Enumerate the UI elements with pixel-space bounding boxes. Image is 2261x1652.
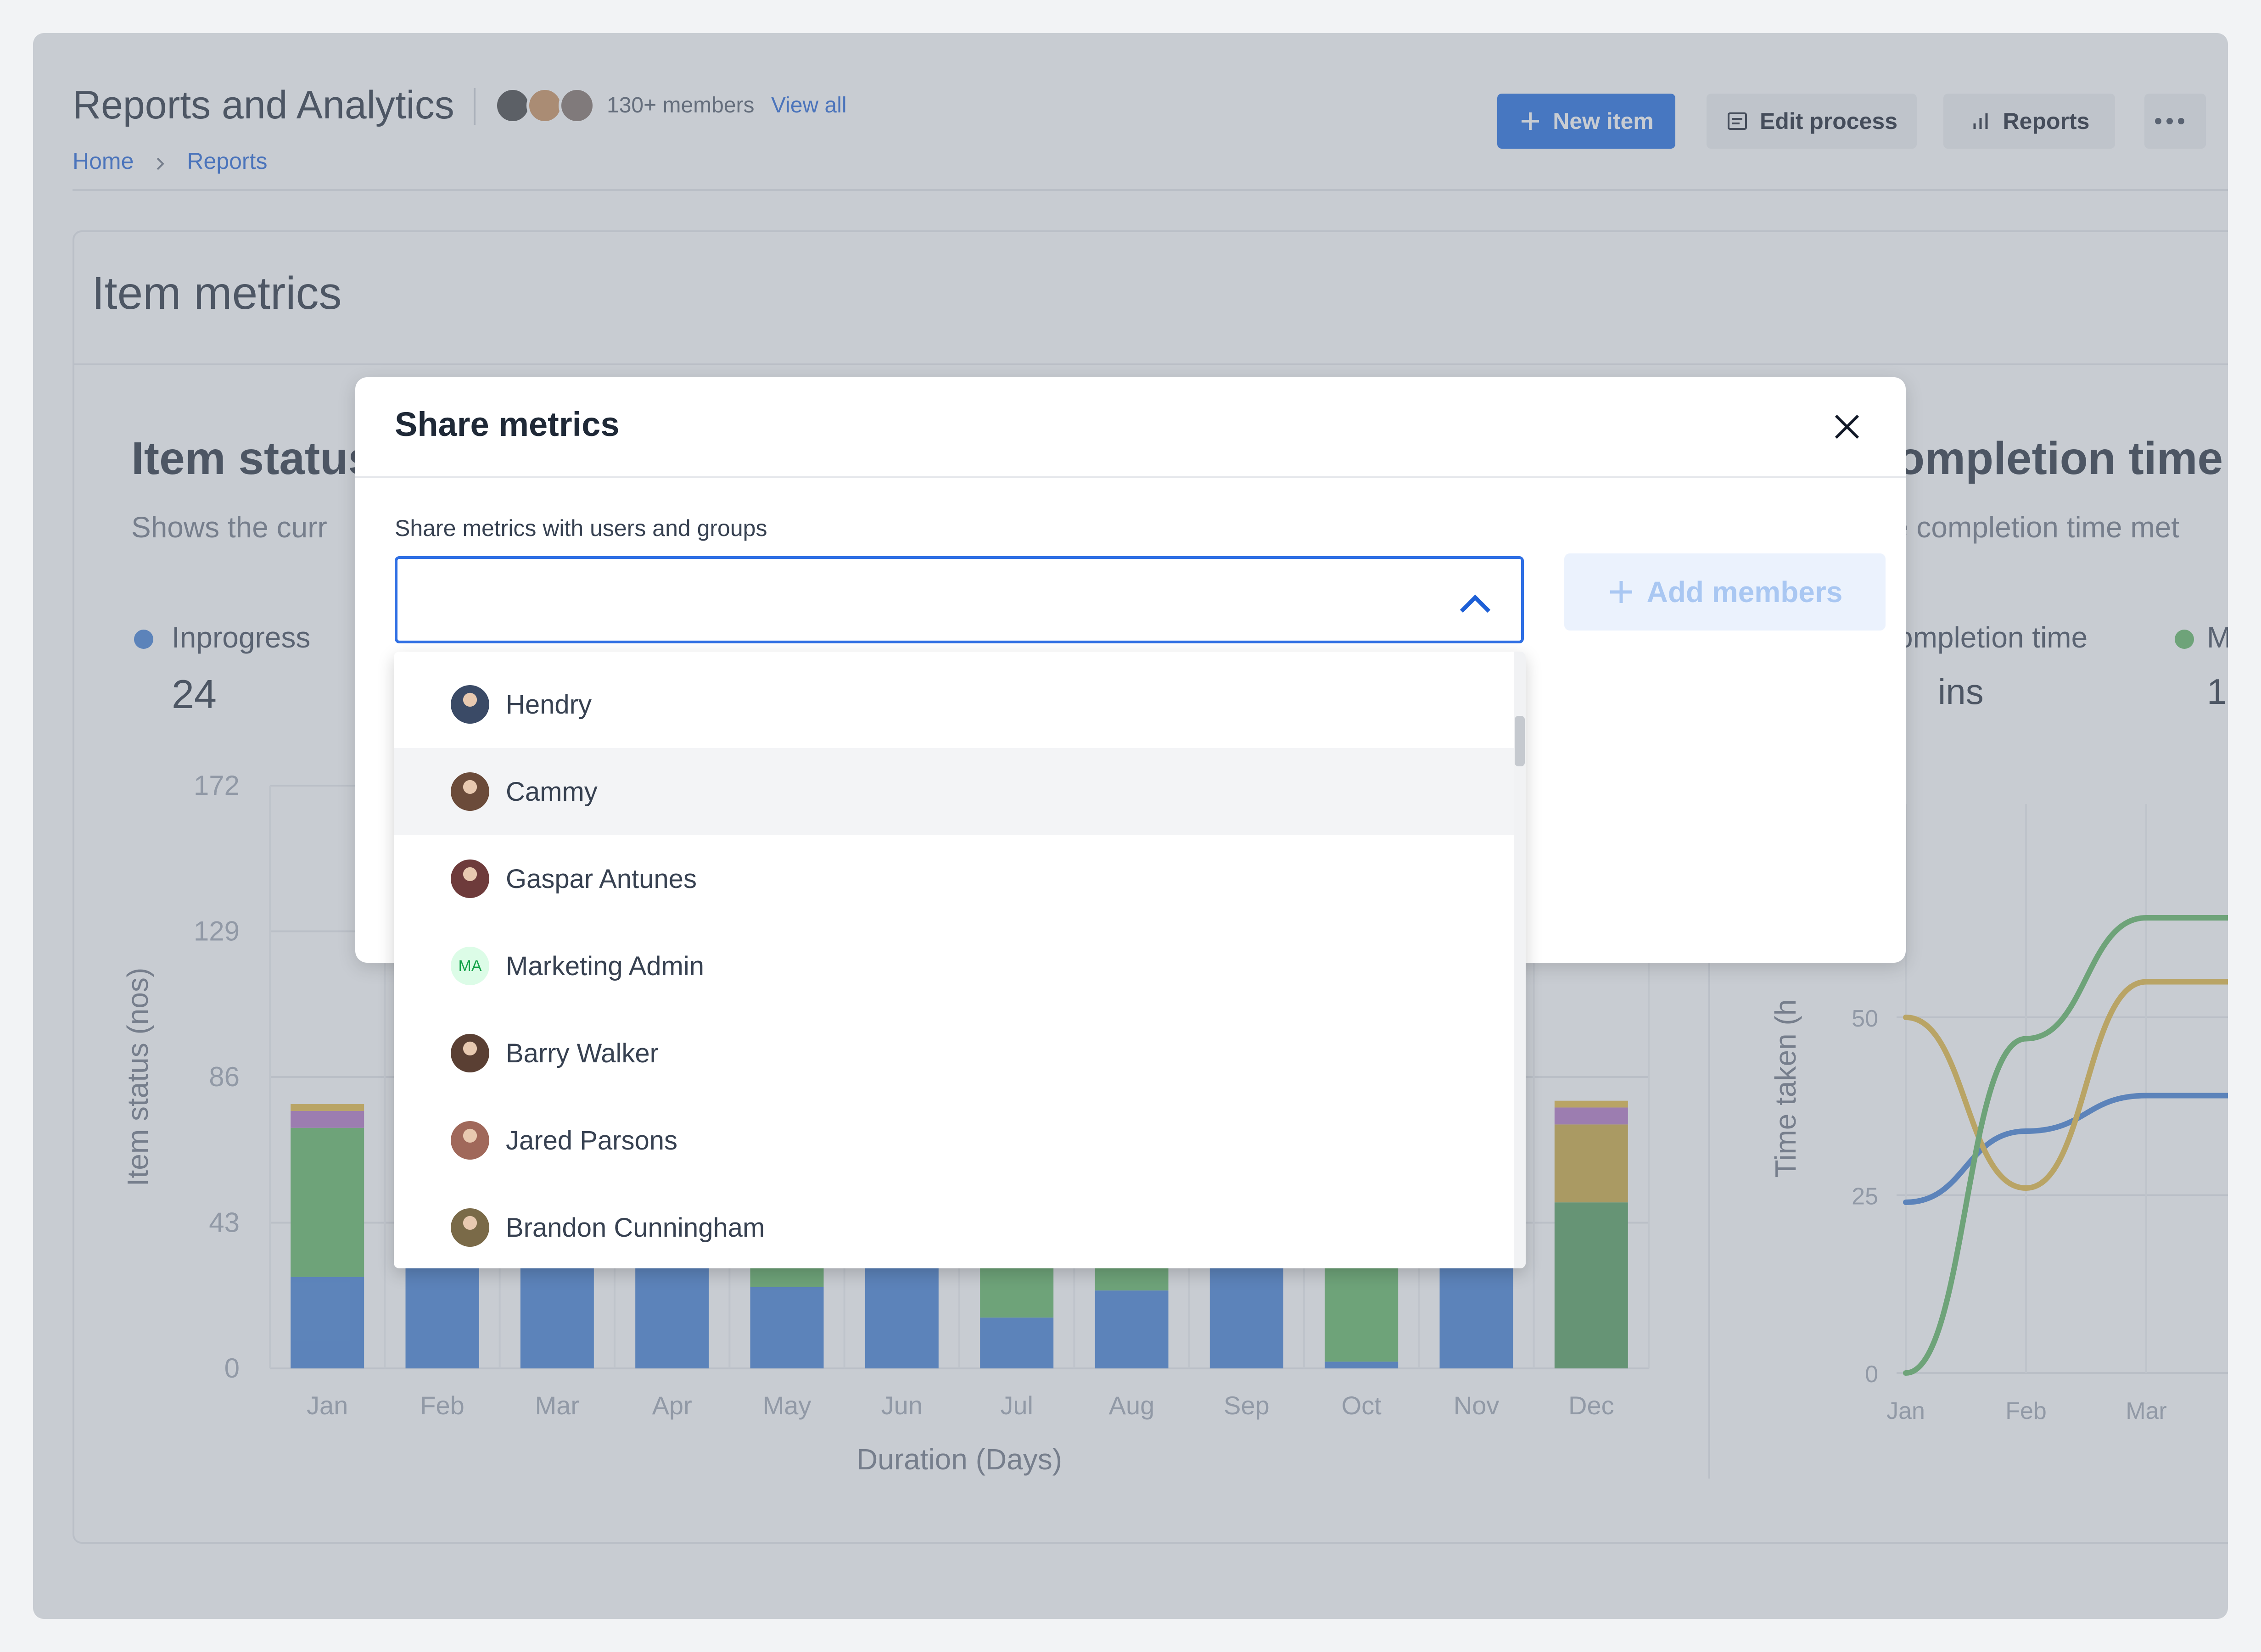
dropdown-scrollbar[interactable] (1514, 652, 1526, 1268)
option-label: Gaspar Antunes (506, 864, 697, 894)
dropdown-option[interactable]: Gaspar Antunes (394, 835, 1514, 922)
app-window: Reports and Analytics 130+ members View … (33, 33, 2228, 1619)
members-select[interactable] (395, 556, 1524, 643)
option-label: Marketing Admin (506, 951, 704, 981)
avatar (451, 1121, 489, 1160)
dialog-divider (355, 476, 1906, 478)
avatar (451, 1208, 489, 1247)
option-label: Barry Walker (506, 1038, 659, 1068)
add-members-button[interactable]: Add members (1564, 553, 1886, 631)
avatar (451, 1034, 489, 1072)
share-field-label: Share metrics with users and groups (395, 515, 767, 541)
close-icon[interactable] (1829, 408, 1865, 445)
dropdown-option[interactable]: MA Marketing Admin (394, 922, 1514, 1010)
option-label: Jared Parsons (506, 1125, 677, 1155)
scrollbar-thumb[interactable] (1515, 716, 1525, 766)
avatar (451, 859, 489, 898)
avatar (451, 772, 489, 811)
dropdown-option[interactable]: Cammy (394, 748, 1514, 835)
dropdown-option[interactable]: Brandon Cunningham (394, 1184, 1514, 1268)
option-label: Brandon Cunningham (506, 1212, 765, 1243)
dropdown-option[interactable]: Hendry (394, 661, 1514, 748)
members-dropdown: Brandon Cunningham Jared Parsons Barry Wal… (394, 652, 1526, 1268)
plus-icon (1610, 581, 1632, 603)
add-members-label: Add members (1646, 575, 1843, 608)
dropdown-option[interactable]: Barry Walker (394, 1010, 1514, 1097)
option-label: Cammy (506, 776, 598, 807)
option-label: Hendry (506, 689, 592, 720)
chevron-up-icon[interactable] (1457, 586, 1494, 622)
dropdown-option[interactable]: Jared Parsons (394, 1097, 1514, 1184)
avatar: MA (451, 947, 489, 985)
avatar (451, 685, 489, 724)
dialog-title: Share metrics (395, 405, 620, 443)
